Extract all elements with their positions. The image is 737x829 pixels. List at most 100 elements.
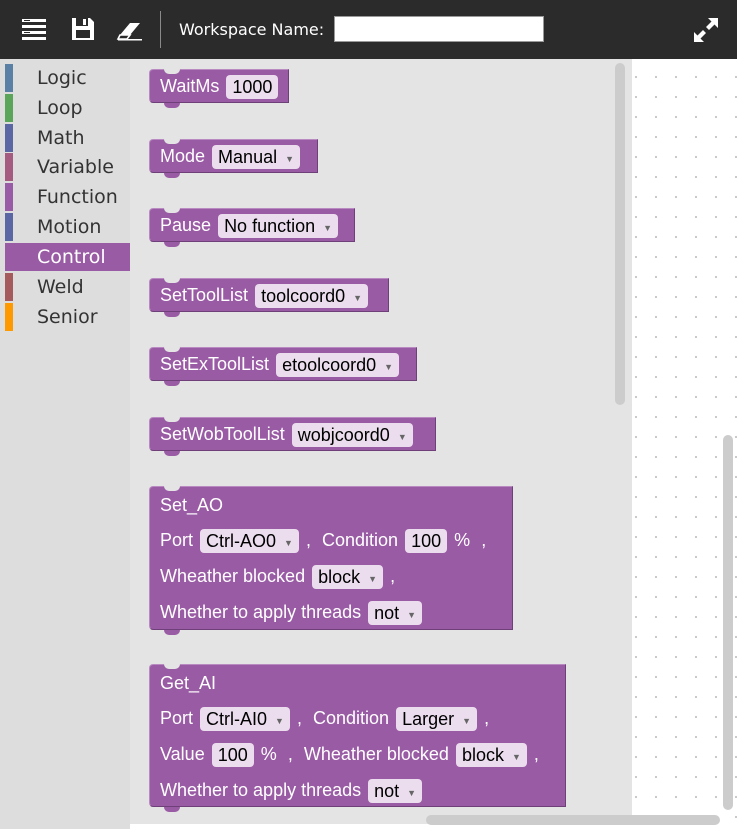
set-ao-blocked-dropdown[interactable]: block ▼: [312, 565, 384, 590]
setwobtoollist-block[interactable]: SetWobToolList wobjcoord0 ▼: [149, 417, 436, 456]
category-label: Motion: [37, 216, 102, 238]
category-color-swatch: [5, 183, 13, 211]
category-label: Control: [37, 246, 106, 268]
port-label: Port: [160, 708, 194, 728]
category-color-swatch: [5, 94, 13, 122]
category-color-swatch: [5, 213, 13, 241]
separator-text: ,: [305, 530, 311, 550]
flyout-scrollbar[interactable]: [615, 63, 625, 405]
separator-text: ,: [533, 744, 539, 764]
fullscreen-icon[interactable]: [692, 16, 720, 44]
get-ai-block[interactable]: Get_AI Port Ctrl-AI0 ▼ , Condition Larger…: [149, 664, 566, 812]
dropdown-arrow-icon: ▼: [397, 431, 407, 442]
dropdown-arrow-icon: ▼: [462, 715, 472, 726]
separator-text: ,: [390, 566, 396, 586]
dropdown-arrow-icon: ▼: [284, 537, 293, 548]
category-control[interactable]: Control: [5, 243, 130, 271]
block-label: SetExToolList: [160, 354, 270, 374]
workspace-name-label: Workspace Name:: [179, 20, 325, 39]
dropdown-arrow-icon: ▼: [323, 222, 333, 233]
waitms-block[interactable]: WaitMs 1000: [149, 69, 289, 108]
percent-text: %: [454, 530, 471, 550]
block-label: Pause: [160, 215, 212, 235]
port-label: Port: [160, 530, 194, 550]
dropdown-arrow-icon: ▼: [275, 715, 284, 726]
settoollist-block[interactable]: SetToolList toolcoord0 ▼: [149, 278, 389, 317]
pause-dropdown[interactable]: No function ▼: [218, 214, 339, 239]
workspace-horizontal-scrollbar[interactable]: [426, 815, 720, 825]
category-toolbox: Logic Loop Math Variable Function Motion…: [0, 59, 130, 829]
threads-label: Whether to apply threads: [160, 780, 362, 800]
setextoollist-dropdown[interactable]: etoolcoord0 ▼: [276, 353, 400, 378]
category-variable[interactable]: Variable: [5, 153, 130, 181]
category-color-swatch: [5, 64, 13, 92]
waitms-value-field[interactable]: 1000: [226, 75, 279, 100]
category-loop[interactable]: Loop: [5, 94, 130, 122]
get-ai-blocked-dropdown[interactable]: block ▼: [455, 743, 527, 768]
category-logic[interactable]: Logic: [5, 64, 130, 92]
value-label: Value: [160, 744, 205, 764]
dropdown-arrow-icon: ▼: [407, 609, 417, 620]
category-function[interactable]: Function: [5, 183, 130, 211]
pause-block[interactable]: Pause No function ▼: [149, 208, 355, 247]
set-ao-condition-field[interactable]: 100: [405, 529, 448, 554]
condition-label: Condition: [322, 530, 399, 550]
category-weld[interactable]: Weld: [5, 273, 130, 301]
top-toolbar: Workspace Name:: [0, 0, 737, 59]
get-ai-value-field[interactable]: 100: [211, 743, 254, 768]
dropdown-arrow-icon: ▼: [368, 573, 378, 584]
category-color-swatch: [5, 303, 13, 331]
category-motion[interactable]: Motion: [5, 213, 130, 241]
category-label: Logic: [37, 67, 87, 89]
dropdown-arrow-icon: ▼: [407, 787, 417, 798]
mode-block[interactable]: Mode Manual ▼: [149, 139, 318, 178]
set-ao-port-dropdown[interactable]: Ctrl-AO0 ▼: [200, 529, 299, 554]
category-color-swatch: [5, 273, 13, 301]
get-ai-threads-dropdown[interactable]: not ▼: [368, 779, 423, 804]
condition-label: Condition: [313, 708, 390, 728]
setwobtoollist-dropdown[interactable]: wobjcoord0 ▼: [291, 423, 413, 448]
dropdown-arrow-icon: ▼: [511, 751, 521, 762]
category-label: Senior: [37, 306, 98, 328]
category-color-swatch: [5, 124, 13, 152]
separator-text: ,: [287, 744, 293, 764]
separator-text: ,: [481, 530, 487, 550]
setextoollist-block[interactable]: SetExToolList etoolcoord0 ▼: [149, 347, 417, 386]
category-senior[interactable]: Senior: [5, 303, 130, 331]
category-color-swatch: [5, 243, 13, 271]
category-math[interactable]: Math: [5, 124, 130, 152]
percent-text: %: [260, 744, 277, 764]
get-ai-condition-dropdown[interactable]: Larger ▼: [396, 707, 478, 732]
set-ao-block[interactable]: Set_AO Port Ctrl-AO0 ▼ , Condition 100 % …: [149, 486, 513, 635]
mode-dropdown[interactable]: Manual ▼: [212, 145, 301, 170]
category-label: Math: [37, 127, 85, 149]
workspace-vertical-scrollbar[interactable]: [723, 435, 733, 810]
category-label: Variable: [37, 156, 114, 178]
separator-text: ,: [484, 708, 490, 728]
category-label: Weld: [37, 276, 84, 298]
category-label: Loop: [37, 97, 83, 119]
category-color-swatch: [5, 153, 13, 181]
eraser-icon[interactable]: [116, 15, 144, 43]
blocked-label: Wheather blocked: [160, 566, 306, 586]
menu-list-icon[interactable]: [20, 15, 48, 43]
block-title: Get_AI: [160, 673, 217, 693]
separator-text: ,: [296, 708, 302, 728]
set-ao-threads-dropdown[interactable]: not ▼: [368, 601, 423, 626]
toolbar-divider: [160, 11, 161, 48]
threads-label: Whether to apply threads: [160, 602, 362, 622]
get-ai-port-dropdown[interactable]: Ctrl-AI0 ▼: [200, 707, 290, 732]
block-label: WaitMs: [160, 76, 220, 96]
dropdown-arrow-icon: ▼: [285, 153, 295, 164]
workspace-name-input[interactable]: [334, 16, 544, 42]
dropdown-arrow-icon: ▼: [384, 361, 394, 372]
category-label: Function: [37, 186, 118, 208]
settoollist-dropdown[interactable]: toolcoord0 ▼: [255, 284, 369, 309]
save-icon[interactable]: [69, 15, 97, 43]
block-label: SetWobToolList: [160, 424, 285, 444]
dropdown-arrow-icon: ▼: [353, 292, 363, 303]
block-title: Set_AO: [160, 495, 224, 515]
block-label: SetToolList: [160, 285, 249, 305]
blocked-label: Wheather blocked: [303, 744, 449, 764]
block-label: Mode: [160, 146, 206, 166]
